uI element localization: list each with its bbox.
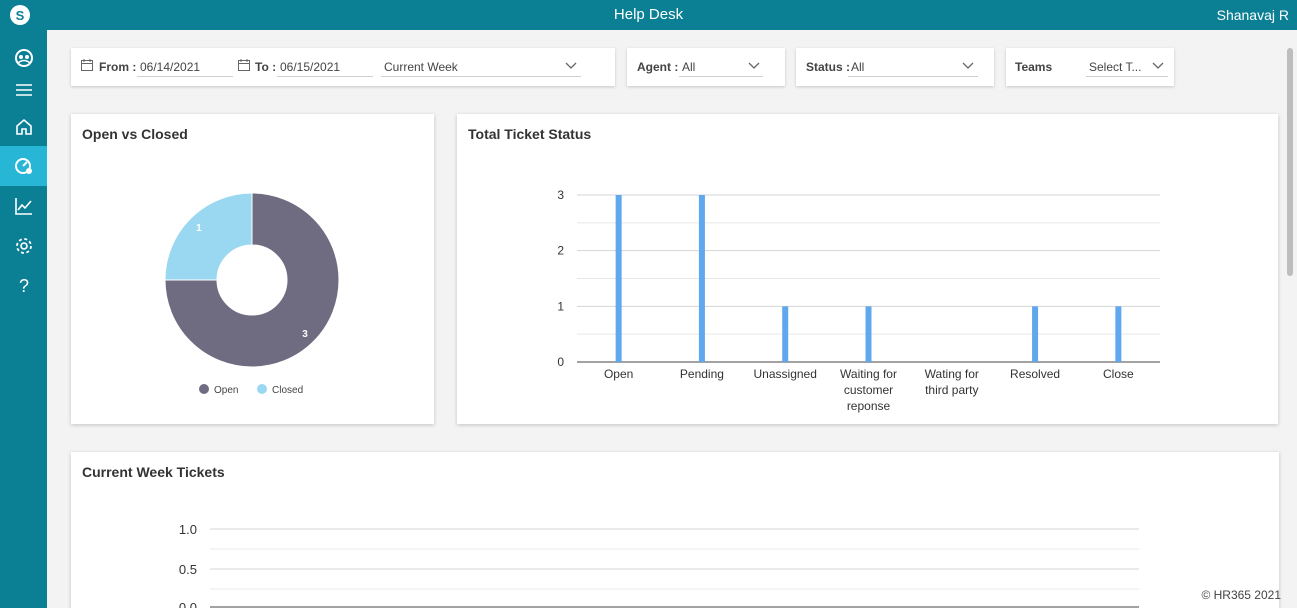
x-tick-label: Wating for third party [925,367,979,397]
sidebar-item-help[interactable]: ? [0,266,47,306]
from-date-input[interactable]: 06/14/2021 [140,60,200,74]
bar-close [1115,306,1122,362]
from-label: From : [99,60,137,74]
line-chart: 1.0 0.5 0.0 [179,522,1139,608]
y-tick-label: 1 [557,299,564,313]
footer-copyright: © HR365 2021 [1201,588,1281,602]
y-tick-label: 0.0 [179,600,197,608]
y-tick-label: 1.0 [179,522,197,537]
x-tick-label: Waiting for customer reponse [840,367,897,413]
svg-text:?: ? [18,276,28,296]
teams-filter: Teams Select T... [1006,48,1174,86]
sidebar-item-dashboard[interactable] [0,146,47,186]
status-label: Status : [806,60,851,74]
agent-filter: Agent : All [627,48,785,86]
app-title: Help Desk [613,6,684,23]
y-tick-label: 0.5 [179,562,197,577]
to-label: To : [255,60,277,74]
y-tick-label: 2 [557,244,564,258]
x-tick-label: Close [1103,367,1134,381]
agent-select[interactable]: All [682,60,695,74]
donut-slice-closed [164,192,253,281]
chevron-down-icon[interactable] [962,60,974,70]
teams-underline [1086,76,1168,77]
y-tick-label: 3 [557,188,564,202]
calendar-icon[interactable] [238,59,250,71]
sidebar-menu-toggle[interactable] [0,70,47,110]
x-tick-label: Unassigned [754,367,817,381]
bar-waiting-for-customer-reponse [865,306,872,362]
chevron-down-icon[interactable] [748,60,760,70]
total-ticket-status-card: Total Ticket Status 0 1 2 3 Open Pending Unass… [457,114,1278,424]
legend-label-open: Open [214,385,238,396]
y-tick-label: 0 [557,355,564,369]
bar-open [615,195,622,362]
sidebar-item-home[interactable] [0,107,47,147]
bar-resolved [1032,306,1039,362]
x-tick-label: Open [604,367,633,381]
open-vs-closed-card: Open vs Closed 3 1 Open Closed [71,114,434,424]
period-underline [381,76,581,77]
agent-underline [679,76,763,77]
line-chart-icon [14,198,32,215]
teams-label: Teams [1015,60,1053,74]
users-icon [14,49,33,67]
legend-marker-open [199,384,209,394]
gear-icon [15,238,32,254]
date-range-filter: From : 06/14/2021 To : 06/15/2021 Curren… [71,48,615,86]
status-filter: Status : All [796,48,994,86]
slice-value-label: 3 [302,329,308,340]
status-underline [848,76,978,77]
top-bar: S Help Desk Shanavaj R [0,0,1297,30]
bar-chart: 0 1 2 3 Open Pending Unassigned Waiting for cust… [557,188,1160,413]
hamburger-icon [15,84,32,96]
x-tick-label: Resolved [1010,367,1060,381]
slice-value-label: 1 [196,223,202,234]
sidebar-item-settings[interactable] [0,226,47,266]
bar-unassigned [782,306,789,362]
to-date-input[interactable]: 06/15/2021 [280,60,340,74]
bar-pending [698,195,705,362]
sidebar: ? [0,30,47,608]
to-underline [277,76,373,77]
donut-chart: 3 1 Open Closed [164,192,340,396]
agent-label: Agent : [637,60,679,74]
current-week-tickets-card: Current Week Tickets 1.0 0.5 0.0 [71,452,1279,608]
dashboard-icon [14,158,32,174]
status-select[interactable]: All [851,60,864,74]
x-tick-label: Pending [680,367,724,381]
user-name[interactable]: Shanavaj R [1217,7,1289,23]
chevron-down-icon[interactable] [1152,60,1164,70]
teams-select[interactable]: Select T... [1089,60,1141,74]
question-icon: ? [18,276,28,296]
sidebar-item-reports[interactable] [0,186,47,226]
chevron-down-icon[interactable] [565,60,577,70]
legend-label-closed: Closed [272,385,303,396]
from-underline [137,76,233,77]
page-scrollbar[interactable] [1287,48,1293,276]
legend-marker-closed [257,384,267,394]
period-select[interactable]: Current Week [384,60,458,74]
home-icon [15,118,32,135]
calendar-icon[interactable] [81,59,93,71]
